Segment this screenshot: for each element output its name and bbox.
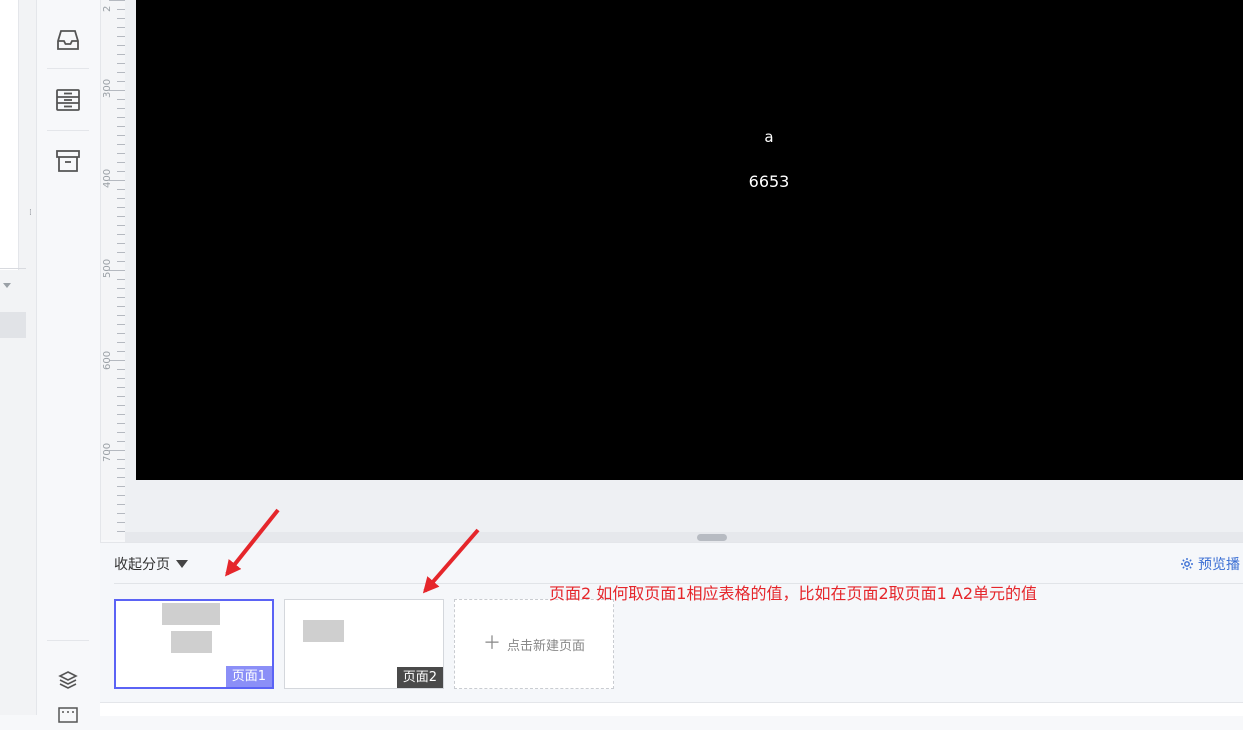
canvas-area: a 6653 [125, 0, 1243, 540]
ruler-label: 400 [102, 168, 113, 188]
ruler-label: 600 [102, 350, 113, 370]
new-page-label: 点击新建页面 [506, 638, 585, 654]
pages-panel: 收起分页 预览播 页面1 页面2 ＋ 点击新建页面 [100, 542, 1243, 703]
preview-button[interactable]: 预览播 [1180, 554, 1240, 574]
widget-placeholder [303, 620, 344, 642]
layers-icon[interactable] [53, 665, 83, 695]
vertical-ruler: 2 300 400 500 600 700 [101, 0, 126, 540]
canvas-label[interactable]: a [709, 128, 829, 146]
left-panel-splitter[interactable] [0, 268, 26, 269]
gear-icon [1181, 558, 1193, 570]
plus-icon: ＋ [482, 633, 501, 654]
widget-placeholder [171, 631, 212, 653]
page-thumbnail-2[interactable]: 页面2 [284, 599, 444, 689]
ruler-label: 2 [102, 5, 113, 12]
status-bar [100, 702, 1243, 716]
scrollbar-thumb[interactable] [697, 534, 727, 541]
left-panel-selected-item[interactable] [0, 312, 26, 338]
page-label: 页面2 [396, 667, 443, 688]
collapse-pages-label: 收起分页 [114, 557, 170, 573]
collapse-caret-icon[interactable] [3, 283, 11, 288]
left-panel-content [0, 0, 19, 270]
tool-column [37, 0, 101, 723]
resize-handle[interactable]: ⁞ [29, 207, 35, 219]
annotation-text: 页面2 如何取页面1相应表格的值，比如在页面2取页面1 A2单元的值 [549, 584, 1038, 603]
preview-label: 预览播 [1198, 557, 1240, 573]
archive-icon[interactable] [53, 146, 83, 176]
page-label: 页面1 [225, 666, 272, 687]
divider [47, 68, 89, 69]
widget-placeholder [162, 603, 220, 625]
storage-icon[interactable] [53, 85, 83, 115]
divider [47, 640, 89, 641]
page-thumbnail-1[interactable]: 页面1 [114, 599, 274, 689]
canvas-value[interactable]: 6653 [709, 172, 829, 191]
inbox-icon[interactable] [53, 25, 83, 55]
new-page-button[interactable]: ＋ 点击新建页面 [454, 599, 614, 689]
ruler-label: 700 [102, 442, 113, 462]
ruler-label: 500 [102, 258, 113, 278]
keyboard-icon[interactable] [53, 700, 83, 730]
caret-down-icon [176, 560, 188, 568]
horizontal-scrollbar[interactable] [125, 532, 1243, 542]
ruler-label: 300 [102, 78, 113, 98]
dashboard-canvas[interactable]: a 6653 [136, 0, 1243, 480]
collapse-pages-button[interactable]: 收起分页 [114, 554, 188, 574]
divider [47, 130, 89, 131]
